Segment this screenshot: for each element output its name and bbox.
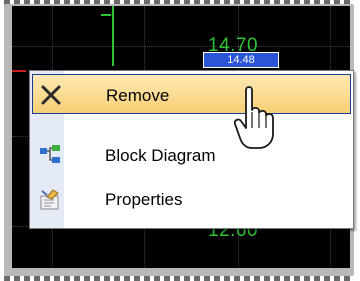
menu-item-block-diagram[interactable]: Block Diagram bbox=[32, 135, 351, 175]
red-marker bbox=[12, 70, 26, 72]
block-diagram-icon bbox=[38, 143, 62, 167]
menu-item-label: Properties bbox=[105, 190, 183, 209]
signal-trace bbox=[112, 6, 114, 66]
menu-item-properties[interactable]: Properties bbox=[32, 179, 351, 219]
bottom-dashed-border bbox=[4, 276, 354, 281]
mouse-pointer-hand-icon bbox=[233, 86, 274, 149]
menu-item-label: Block Diagram bbox=[105, 146, 216, 165]
trace-marker bbox=[101, 14, 111, 16]
properties-icon bbox=[38, 187, 62, 211]
grid-line bbox=[12, 46, 350, 47]
value-readout-highlighted: 14.48 bbox=[203, 52, 279, 68]
context-menu: Remove Block Diagram Properties bbox=[29, 70, 354, 229]
close-x-icon bbox=[39, 83, 63, 107]
menu-item-label: Remove bbox=[106, 86, 170, 105]
menu-item-remove[interactable]: Remove bbox=[32, 74, 351, 114]
